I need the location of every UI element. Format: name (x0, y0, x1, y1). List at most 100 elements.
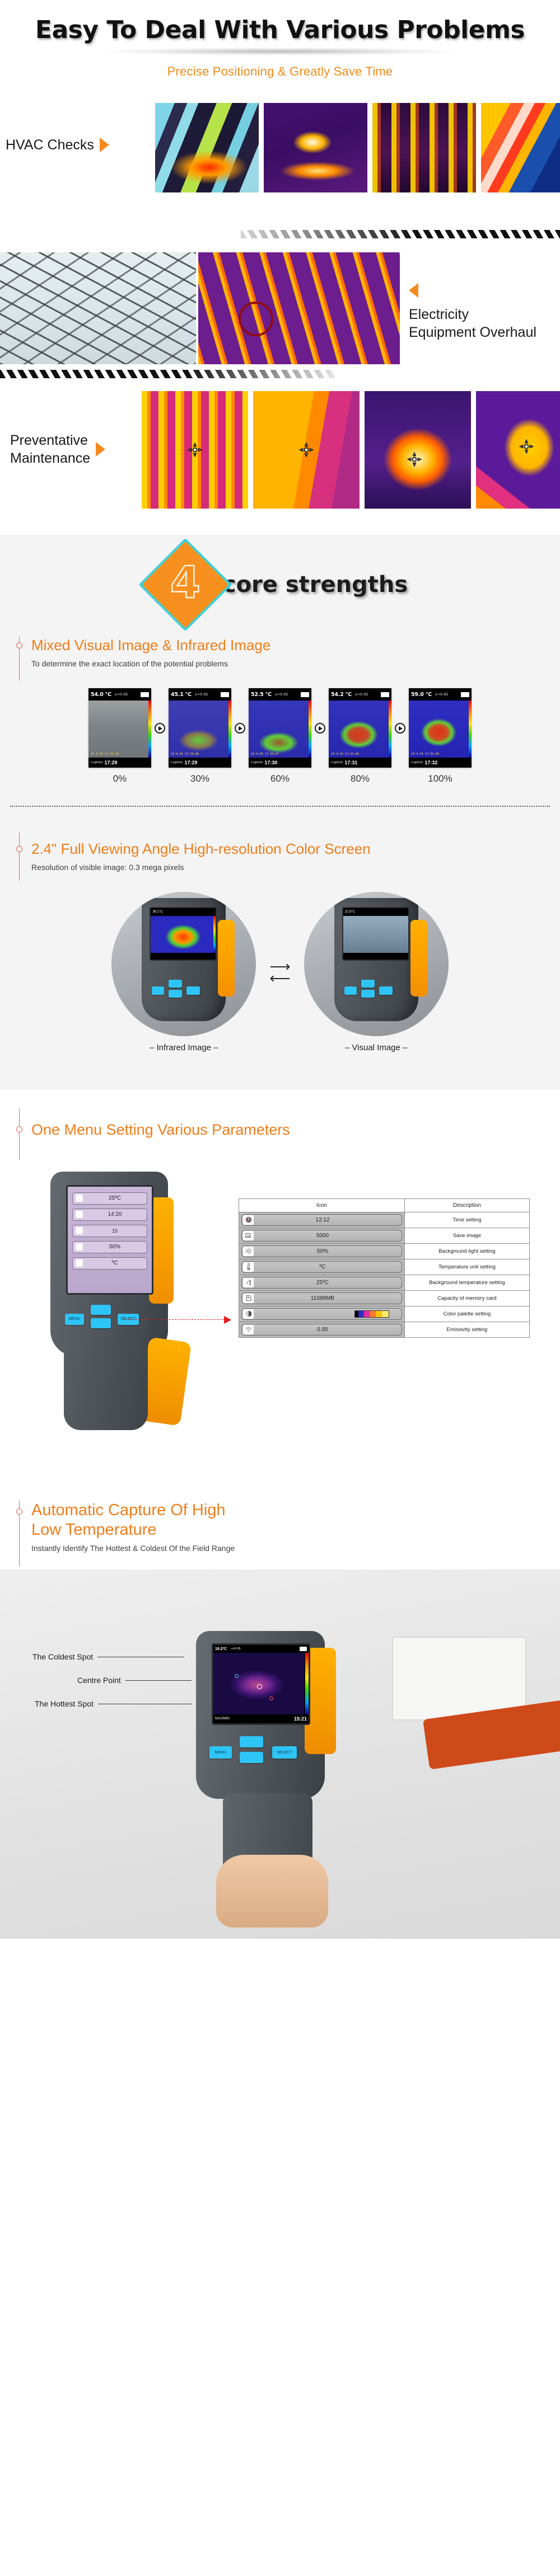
arrow-right-icon (315, 723, 325, 734)
feature-mixed-image: Mixed Visual Image & Infrared Image To d… (0, 637, 560, 681)
setting-description: Temperature unit setting (404, 1258, 530, 1275)
page-subtitle: Precise Positioning & Greatly Save Time (167, 64, 393, 78)
menu-setting-section: One Menu Setting Various Parameters 25ºC… (0, 1089, 560, 1491)
color-scale-bar (305, 1653, 309, 1715)
column-header-icon: Icon (239, 1198, 405, 1212)
key-menu[interactable]: MENU (209, 1746, 232, 1759)
device-body: 36.1°C (142, 897, 235, 1021)
hand (216, 1855, 328, 1928)
clock-icon (243, 1215, 254, 1225)
setting-description: Capacity of memory card (404, 1290, 530, 1306)
table-header-row: Icon Description (239, 1198, 530, 1212)
arrow-right-icon (96, 442, 106, 457)
menu-row-save[interactable]: 15 (72, 1224, 147, 1237)
thermal-image (142, 391, 248, 509)
thermal-image (155, 103, 259, 192)
screenshot-topbar: 54.0 °C ε=0.95 (88, 688, 151, 701)
menu-row-time[interactable]: 14:20 (72, 1208, 147, 1221)
feature-rail (19, 1108, 20, 1160)
temperature-readout: 54.2 °C (331, 691, 352, 698)
screenshot-bottombar: Capture 17:32 (409, 758, 472, 768)
setting-pill: 0.95 (241, 1323, 402, 1336)
key-select[interactable] (379, 986, 393, 995)
feature-heading: Mixed Visual Image & Infrared Image (31, 637, 271, 654)
timestamp-overlay: 13-4-25 17:29:19 (91, 753, 119, 756)
key-up[interactable] (169, 979, 183, 988)
device-photo: 36.1°C (111, 892, 256, 1037)
setting-value: 11088MB (310, 1295, 334, 1301)
auto-capture-photo: 19.2ºC ε=0.95 MAX/MIN 15:21 MENU SELECT … (0, 1569, 560, 1939)
key-up[interactable] (240, 1736, 263, 1748)
capture-time: 17:31 (344, 760, 358, 766)
key-menu[interactable] (152, 986, 165, 995)
badge-number: 4 (169, 558, 201, 608)
feature-heading: One Menu Setting Various Parameters (31, 1121, 290, 1139)
emissivity-readout: ε=0.95 (355, 692, 368, 697)
battery-icon (141, 692, 149, 697)
key-menu[interactable]: MENU (65, 1313, 84, 1325)
fusion-cell: 52.5 °C ε=0.95 13-4-25 17:30:47 Capture … (249, 688, 311, 784)
device-visual-block: 22.9°C – Visual Image – (304, 892, 449, 1052)
feature-bullet-dot (16, 642, 22, 648)
fusion-scene (409, 701, 469, 758)
display-topbar: 19.2ºC ε=0.95 (213, 1645, 309, 1653)
screenshot-topbar: 52.5 °C ε=0.95 (249, 688, 311, 701)
key-select[interactable] (186, 986, 200, 995)
fusion-screenshot: 52.5 °C ε=0.95 13-4-25 17:30:47 Capture … (249, 688, 311, 768)
thermometer-icon (76, 1195, 83, 1202)
display-temperature: 22.9°C (344, 910, 356, 914)
display-time: 15:21 (293, 1716, 307, 1722)
fusion-strip: 54.0 °C ε=0.95 13-4-25 17:29:19 Capture … (0, 688, 560, 784)
timestamp-overlay: 13-4-25 17:29:48 (171, 753, 199, 756)
menu-row-temperature[interactable]: 25ºC (72, 1192, 147, 1205)
photos-icon (76, 1227, 83, 1235)
display-bottombar (151, 952, 216, 960)
key-up[interactable] (91, 1304, 111, 1315)
setting-pill: 25ºC (241, 1276, 402, 1289)
crosshair-icon (188, 443, 202, 457)
table-row: 50% Background light setting (239, 1243, 530, 1259)
brightness-icon (243, 1246, 254, 1256)
leader-line (125, 1680, 192, 1681)
capture-label: Capture (411, 761, 423, 765)
capture-label: Capture (331, 761, 343, 765)
setting-description: Time setting (404, 1211, 530, 1228)
application-label: HVAC Checks (6, 137, 94, 153)
menu-value: 14:20 (108, 1211, 122, 1218)
settings-table-wrap: Icon Description 12:12 Time setting 5000… (239, 1198, 530, 1338)
menu-row-brightness[interactable]: 50% (72, 1240, 147, 1253)
capture-label: Capture (251, 761, 263, 765)
key-down[interactable] (91, 1318, 111, 1328)
key-down[interactable] (240, 1752, 263, 1764)
color-scale-bar (389, 701, 391, 758)
device-display: 22.9°C (342, 906, 409, 961)
feature-bullet-dot (16, 1508, 22, 1515)
electricity-label-group: Electricity Equipment Overhaul (409, 283, 536, 341)
callout-label: The Hottest Spot (35, 1699, 94, 1709)
swap-arrows-icon: ⟶ ⟵ (269, 958, 291, 987)
device-photo: 22.9°C (304, 892, 449, 1037)
device-display: 36.1°C (150, 906, 217, 961)
arrow-right-icon (395, 723, 405, 734)
key-select[interactable]: SELECT (272, 1746, 297, 1759)
menu-row-unit[interactable]: ºC (72, 1257, 147, 1270)
core-strengths-section: 4 core strengths Mixed Visual Image & In… (0, 535, 560, 1090)
table-row: Color palette setting (239, 1305, 530, 1322)
device-comparison: 36.1°C – Infrared Image – ⟶ ⟵ 22.9°C – V… (0, 892, 560, 1052)
display-bottombar: MAX/MIN 15:21 (213, 1714, 309, 1724)
fusion-scene (88, 701, 148, 758)
feature-subtext: To determine the exact location of the p… (31, 659, 228, 669)
hotspot-marker (239, 302, 273, 336)
key-down[interactable] (169, 989, 183, 998)
thermometer-icon (243, 1262, 254, 1272)
title-shadow (106, 48, 454, 55)
key-down[interactable] (361, 989, 375, 998)
key-up[interactable] (361, 979, 375, 988)
battery-icon (461, 692, 469, 697)
key-menu[interactable] (344, 986, 357, 995)
setting-value: 50% (316, 1248, 328, 1254)
hvac-thumbnail-strip (155, 103, 560, 192)
feature-subtext: Instantly Identify The Hottest & Coldest… (31, 1544, 235, 1553)
section-divider (10, 806, 550, 807)
device-menu-photo: 25ºC 14:20 15 50% ºC MENU SELECT (34, 1171, 218, 1485)
